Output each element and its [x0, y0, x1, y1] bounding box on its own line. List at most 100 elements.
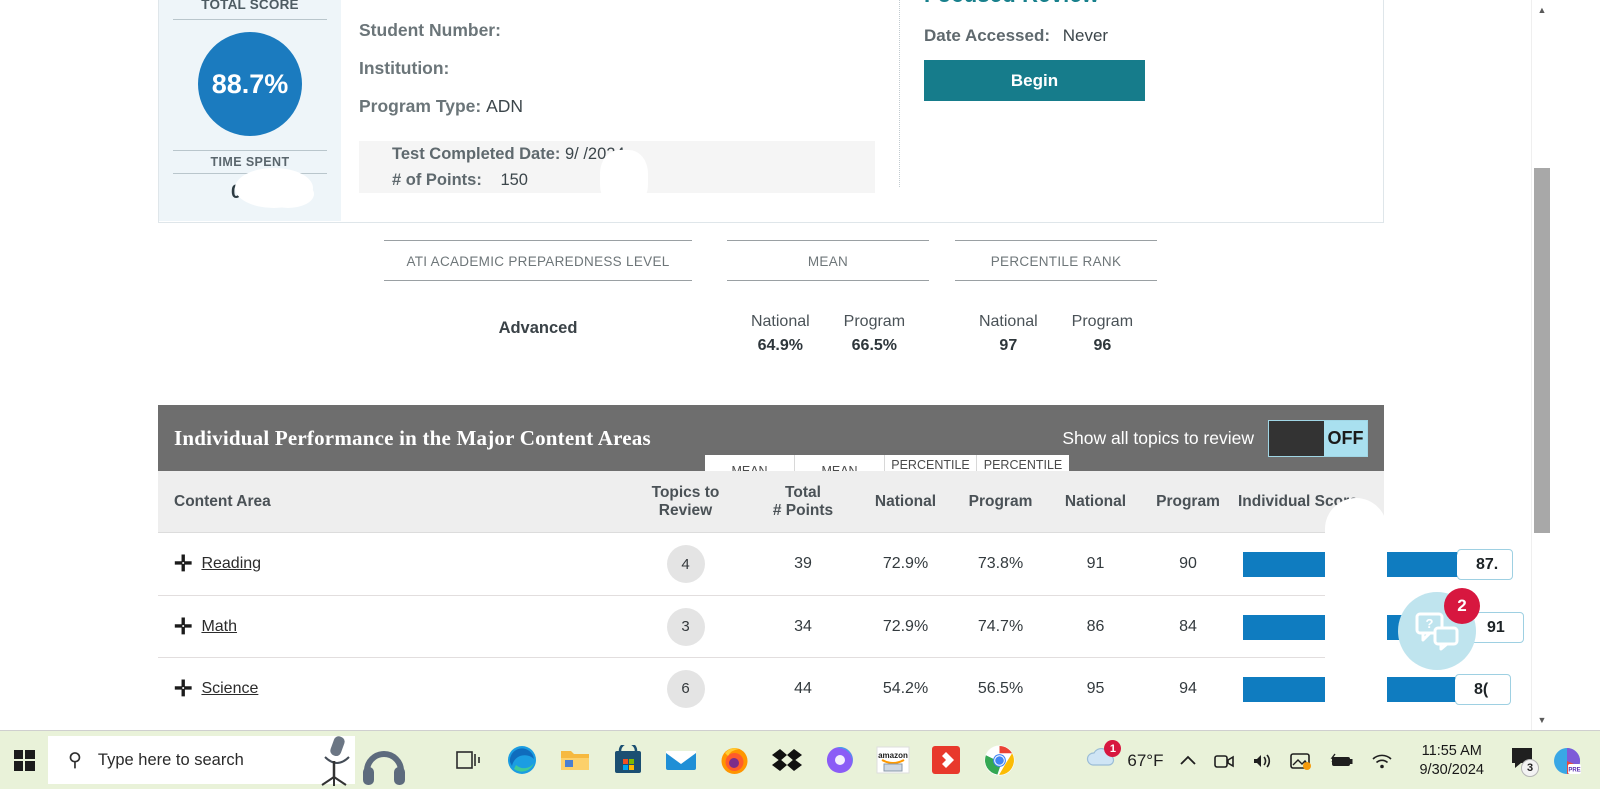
notifications-button[interactable]: 3: [1502, 731, 1544, 789]
taskbar-pinned-apps: amazon: [447, 738, 1021, 782]
scrollbar-thumb[interactable]: [1534, 168, 1550, 533]
mean-program-label: Program: [843, 313, 906, 330]
program-type-row: Program Type: ADN: [359, 96, 899, 117]
row-percentile-program: 84: [1179, 617, 1197, 635]
col-topics-line2: Review: [658, 501, 713, 519]
show-all-topics-toggle-wrap: Show all topics to review OFF: [1062, 420, 1368, 457]
task-view-icon[interactable]: [447, 738, 491, 782]
mean-program-value: 66.5%: [851, 337, 898, 354]
camera-tray-icon[interactable]: [1205, 731, 1243, 789]
divider: [384, 280, 692, 281]
topics-count-pill: 3: [666, 607, 705, 646]
content-area-link[interactable]: Science: [201, 680, 258, 698]
wifi-icon: [1372, 754, 1393, 768]
percentile-rank-label: PERCENTILE RANK: [990, 254, 1122, 269]
content-area-link[interactable]: Reading: [201, 555, 261, 573]
student-number-label: Student Number:: [359, 20, 501, 40]
firefox-icon[interactable]: [712, 738, 756, 782]
mean-pairs: National 64.9% Program 66.5%: [727, 313, 929, 355]
vertical-scrollbar[interactable]: ▲ ▼: [1531, 0, 1551, 730]
row-percentile-national: 91: [1086, 555, 1105, 572]
percentile-national: National 97: [979, 313, 1038, 355]
adobe-app-icon[interactable]: [924, 738, 968, 782]
divider: [173, 173, 327, 174]
scroll-down-arrow[interactable]: ▼: [1532, 710, 1551, 730]
system-tray: 1 67°F 11:55 AM 9/30/2024 3 PRE: [1077, 731, 1600, 789]
chat-help-widget[interactable]: ? 2: [1398, 588, 1480, 670]
time-spent-value: 02:1: [230, 182, 270, 203]
microsoft-365-copilot-icon[interactable]: [818, 738, 862, 782]
adjusted-score-caption-line2: TOTAL SCORE: [201, 0, 299, 12]
taskbar-time: 11:55 AM: [1421, 742, 1482, 759]
speaker-icon: [1254, 753, 1271, 768]
topics-count-pill: 4: [666, 545, 705, 583]
wifi-tray-icon[interactable]: [1363, 731, 1401, 789]
taskbar-search-box[interactable]: ⚲ Type here to search: [48, 736, 355, 784]
windows-logo-icon: [13, 749, 35, 771]
individual-score-bar: 8(: [1243, 674, 1511, 705]
onedrive-tray-icon[interactable]: [1281, 731, 1321, 789]
percentile-national-label: National: [978, 313, 1038, 330]
mail-icon[interactable]: [659, 738, 703, 782]
row-total-points: 39: [794, 555, 812, 572]
col-individual-score: Individual Score: [1238, 492, 1358, 510]
institution-row: Institution:: [359, 58, 899, 79]
show-all-topics-toggle[interactable]: OFF: [1268, 420, 1368, 457]
program-type-label: Program Type:: [359, 96, 482, 116]
mic-headset-icons: [312, 733, 406, 787]
amazon-icon[interactable]: amazon: [871, 738, 915, 782]
divider: [955, 280, 1157, 281]
dropbox-icon[interactable]: [765, 738, 809, 782]
row-mean-program: 73.8%: [977, 555, 1024, 572]
divider: [173, 19, 327, 20]
col-topics-line1: Topics to: [651, 483, 720, 501]
row-topics-to-review: 3: [613, 596, 758, 657]
microsoft-edge-icon[interactable]: [500, 738, 544, 782]
google-chrome-icon[interactable]: [977, 738, 1021, 782]
points-label: # of Points:: [392, 171, 482, 189]
svg-text:amazon: amazon: [878, 751, 908, 760]
notification-count-badge: 3: [1521, 759, 1539, 777]
taskbar-date: 9/30/2024: [1419, 761, 1484, 778]
row-content-area: ✛ Science: [174, 675, 259, 701]
show-hidden-icons-chevron[interactable]: [1171, 731, 1205, 789]
row-percentile-program: 94: [1179, 679, 1197, 697]
percentile-national-value: 97: [999, 337, 1018, 354]
chat-unread-badge: 2: [1444, 588, 1480, 624]
percentile-program: Program 96: [1072, 313, 1133, 355]
prezi-app-icon[interactable]: PRE: [1544, 731, 1590, 789]
scroll-up-arrow[interactable]: ▲: [1532, 0, 1551, 20]
mean-program: Program 66.5%: [844, 313, 905, 355]
mean-block: MEAN National 64.9% Program 66.5%: [727, 240, 929, 355]
microsoft-store-icon[interactable]: [606, 738, 650, 782]
start-button[interactable]: [0, 749, 48, 771]
row-percentile-national: 95: [1086, 679, 1105, 697]
score-bar-fill: [1243, 677, 1467, 702]
row-total-points: 34: [794, 617, 812, 635]
clock-widget[interactable]: 11:55 AM 9/30/2024: [1401, 731, 1502, 789]
mean-national-label: National: [750, 313, 810, 330]
col-mean-national: National: [874, 492, 937, 510]
show-all-topics-label: Show all topics to review: [1062, 428, 1254, 448]
score-callout: 8(: [1455, 674, 1511, 705]
points-value: 150: [500, 171, 528, 189]
volume-tray-icon[interactable]: [1243, 731, 1281, 789]
performance-table-card: Individual Performance in the Major Cont…: [158, 405, 1524, 719]
file-explorer-icon[interactable]: [553, 738, 597, 782]
weather-widget[interactable]: 1 67°F: [1077, 731, 1171, 789]
adjusted-score-panel: ADJUSTED INDIVIDUAL TOTAL SCORE 88.7% TI…: [159, 0, 341, 221]
focused-review-panel: Focused Review Date Accessed: Never Begi…: [924, 0, 1224, 101]
battery-tray-icon[interactable]: [1321, 731, 1363, 789]
prep-level-label: ATI ACADEMIC PREPAREDNESS LEVEL: [406, 254, 670, 269]
headphones-icon: [363, 751, 405, 785]
microphone-icon: [321, 736, 350, 786]
table-row: ✛ Science 6 44 54.2% 56.5% 95 94 8(: [158, 657, 1511, 719]
begin-button[interactable]: Begin: [924, 60, 1145, 101]
row-total-points: 44: [794, 679, 812, 697]
mean-national: National 64.9%: [751, 313, 810, 355]
search-placeholder: Type here to search: [97, 750, 244, 769]
mean-label: MEAN: [807, 254, 849, 269]
percentile-rank-block: PERCENTILE RANK National 97 Program 96: [955, 240, 1157, 355]
col-points-line2: # Points: [772, 501, 834, 519]
content-area-link[interactable]: Math: [201, 618, 237, 636]
